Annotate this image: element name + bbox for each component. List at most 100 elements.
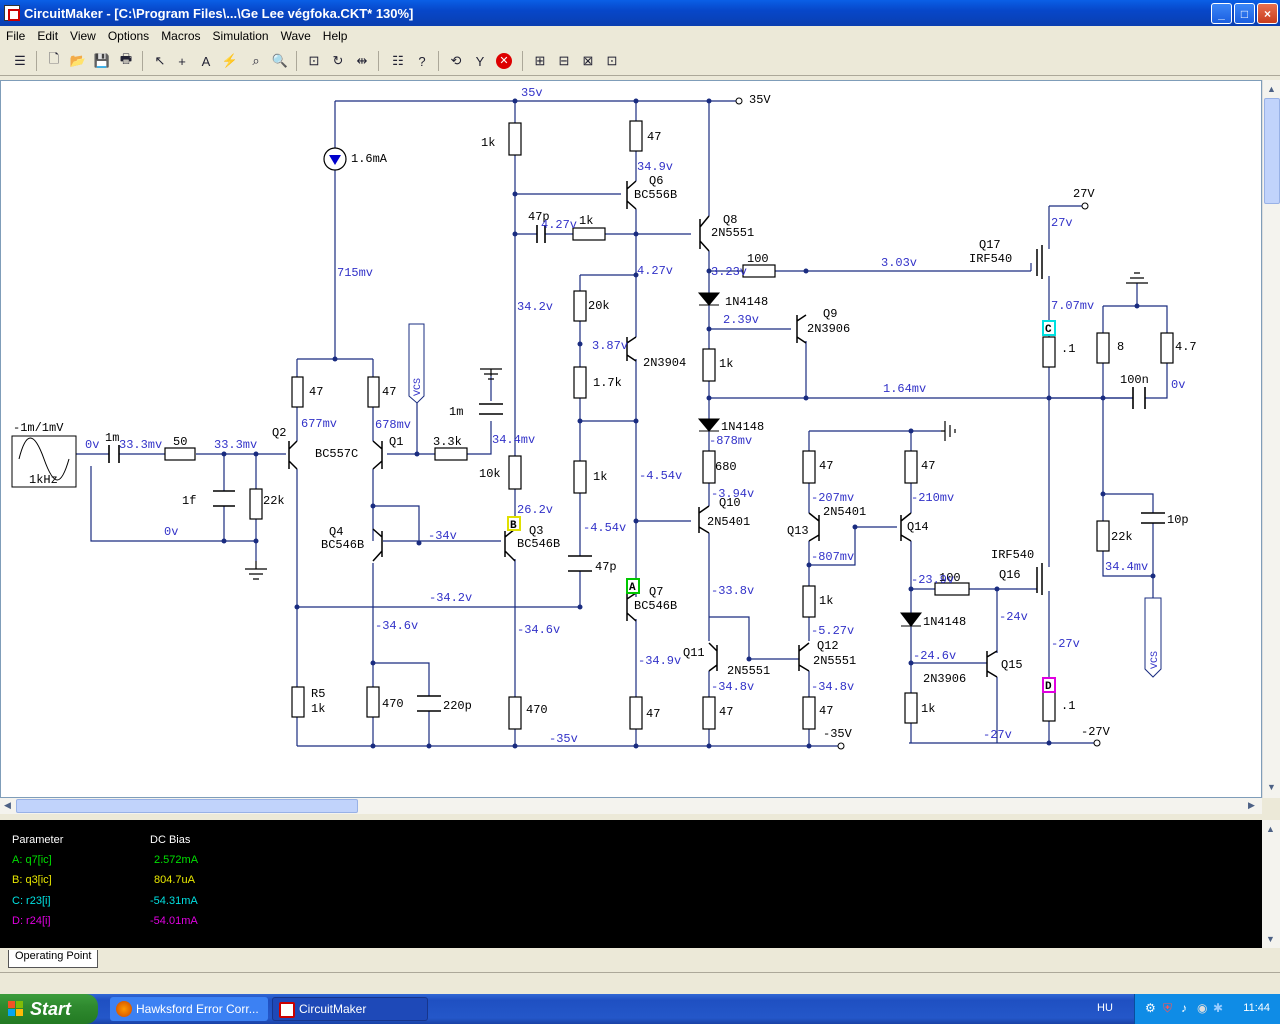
menu-file[interactable]: File (0, 29, 31, 43)
menu-macros[interactable]: Macros (155, 29, 206, 43)
label-q11-type: 2N5551 (727, 664, 770, 678)
scroll-up-icon[interactable]: ▲ (1267, 84, 1276, 94)
menu-wave[interactable]: Wave (275, 29, 317, 43)
voltage-v210: -210mv (911, 491, 954, 505)
label-r-1k-q15: 1k (921, 702, 935, 716)
rotate-icon[interactable]: ↻ (328, 51, 348, 71)
arrow-tool-icon[interactable]: ↖ (150, 51, 170, 71)
magnify-icon[interactable]: 🔍 (270, 51, 290, 71)
label-q9: Q9 (823, 307, 837, 321)
help-icon[interactable]: ? (412, 51, 432, 71)
schematic-canvas[interactable]: B A C D 35V 27V -35V -27V -1m/1mV 1kHz 1… (0, 80, 1262, 798)
vertical-scroll-thumb[interactable] (1264, 98, 1280, 204)
app-icon[interactable] (4, 5, 20, 21)
voltage-labels: 35v -35v 0v 33.3mv 33.3mv 0v 715mv 677mv… (85, 86, 1185, 746)
minimize-button[interactable]: _ (1211, 3, 1232, 24)
clock: 11:44 (1243, 1002, 1270, 1014)
taskbar-item-firefox[interactable]: Hawksford Error Corr... (110, 997, 268, 1021)
menu-options[interactable]: Options (102, 29, 155, 43)
language-indicator[interactable]: HU (1097, 1002, 1113, 1014)
component-labels: 35V 27V -35V -27V -1m/1mV 1kHz 1.6mA 50 … (13, 93, 1197, 741)
voltage-v387: 3.87v (592, 339, 628, 353)
probes[interactable] (507, 320, 1056, 693)
voltage-v333a: 33.3mv (119, 438, 162, 452)
label-q16-type: IRF540 (991, 548, 1034, 562)
probe-c-label: C (1045, 324, 1052, 336)
horizontal-scroll-thumb[interactable] (16, 799, 358, 813)
macro-icon[interactable]: ☰ (10, 51, 30, 71)
voltage-v342: 34.2v (517, 300, 553, 314)
horizontal-scrollbar[interactable]: ◀ ▶ (0, 798, 1262, 814)
label-c-100n: 100n (1120, 373, 1149, 387)
menu-view[interactable]: View (64, 29, 102, 43)
voltage-v0c: 0v (1171, 378, 1185, 392)
step-icon[interactable]: Y (470, 51, 490, 71)
vertical-scrollbar[interactable]: ▲ ▼ (1262, 80, 1280, 798)
grid2-icon[interactable]: ⊟ (554, 51, 574, 71)
label-q3: Q3 (529, 524, 543, 538)
menu-bar: File Edit View Options Macros Simulation… (0, 26, 1280, 46)
text-tool-icon[interactable]: A (196, 51, 216, 71)
label-supply-27v: 27V (1073, 187, 1095, 201)
reset-icon[interactable]: ⟲ (446, 51, 466, 71)
label-q7: Q7 (649, 585, 663, 599)
status-bar (0, 972, 1280, 994)
wire-tool-icon[interactable]: + (172, 51, 192, 71)
voltage-v427b: 4.27v (637, 264, 673, 278)
scroll-left-icon[interactable]: ◀ (4, 800, 11, 811)
label-q17-type: IRF540 (969, 252, 1012, 266)
label-q2: Q2 (272, 426, 286, 440)
tab-operating-point[interactable]: Operating Point (8, 950, 99, 968)
label-q13: Q13 (787, 524, 809, 538)
new-icon[interactable]: 🗋 (44, 51, 64, 71)
tray-volume-icon[interactable]: ♪ (1181, 1001, 1187, 1015)
start-button[interactable]: Start (0, 994, 98, 1024)
probe-tool-icon[interactable]: ⚡ (220, 51, 240, 71)
tray-drive-icon[interactable]: ◉ (1197, 1001, 1207, 1015)
voltage-v454a: -4.54v (639, 469, 682, 483)
label-r-22k: 22k (263, 494, 285, 508)
zoom-icon[interactable]: ⌕ (246, 51, 266, 71)
netlist-icon[interactable]: ☷ (388, 51, 408, 71)
voltage-v677: 677mv (301, 417, 337, 431)
probe-b-label: B (510, 520, 517, 532)
menu-edit[interactable]: Edit (31, 29, 64, 43)
fit-icon[interactable]: ⊡ (304, 51, 324, 71)
scroll-right-icon[interactable]: ▶ (1248, 800, 1255, 811)
voltage-v164: 1.64mv (883, 382, 926, 396)
tray-network-icon[interactable]: ⚙ (1145, 1001, 1156, 1015)
print-icon[interactable]: 🖶 (116, 51, 136, 71)
label-q6: Q6 (649, 174, 663, 188)
row-param-c: C: r23[i] (12, 895, 51, 907)
stop-icon[interactable]: ✕ (494, 51, 514, 71)
close-button[interactable]: × (1257, 3, 1278, 24)
voltage-v707: 7.07mv (1051, 299, 1094, 313)
label-q1: Q1 (389, 435, 403, 449)
schematic-drawing[interactable]: B A C D 35V 27V -35V -27V -1m/1mV 1kHz 1… (1, 81, 1262, 798)
grid3-icon[interactable]: ⊠ (578, 51, 598, 71)
row-value-a: 2.572mA (154, 854, 199, 866)
label-c-1m2: 1m (449, 405, 463, 419)
panel-scrollbar[interactable]: ▲ ▼ (1262, 820, 1280, 948)
wires (76, 100, 1168, 747)
label-source-freq: 1kHz (29, 473, 58, 487)
tray-bluetooth-icon[interactable]: ✱ (1213, 1001, 1223, 1015)
tray-shield-icon[interactable]: ⛨ (1163, 1001, 1172, 1016)
panel-scroll-up-icon[interactable]: ▲ (1266, 824, 1275, 834)
save-icon[interactable]: 💾 (92, 51, 112, 71)
voltage-v207: -207mv (811, 491, 854, 505)
system-tray: ⚙ ⛨ ♪ ◉ ✱ 11:44 (1134, 994, 1280, 1024)
scroll-down-icon[interactable]: ▼ (1267, 782, 1276, 792)
mirror-icon[interactable]: ⇹ (352, 51, 372, 71)
capacitors (108, 225, 1165, 712)
label-supply-neg35v: -35V (823, 727, 853, 741)
panel-scroll-down-icon[interactable]: ▼ (1266, 934, 1275, 944)
maximize-button[interactable]: □ (1234, 3, 1255, 24)
label-d1: 1N4148 (725, 295, 768, 309)
taskbar-item-circuitmaker[interactable]: CircuitMaker (272, 997, 428, 1021)
menu-simulation[interactable]: Simulation (207, 29, 275, 43)
grid4-icon[interactable]: ⊡ (602, 51, 622, 71)
menu-help[interactable]: Help (317, 29, 354, 43)
grid1-icon[interactable]: ⊞ (530, 51, 550, 71)
open-icon[interactable]: 📂 (68, 51, 88, 71)
